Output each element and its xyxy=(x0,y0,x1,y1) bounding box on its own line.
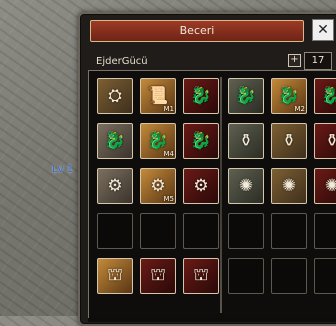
skill-icon: ✺ xyxy=(324,176,336,196)
skill-icon xyxy=(229,214,263,248)
skill-slot[interactable]: ⛫ xyxy=(183,258,219,294)
window-title: Beceri xyxy=(90,20,304,42)
empty-skill-slot[interactable] xyxy=(314,213,336,249)
skill-icon: ✺ xyxy=(238,176,254,196)
skill-slot[interactable]: 🐉 xyxy=(228,78,264,114)
skill-slot[interactable]: ⚱P xyxy=(314,123,336,159)
skill-icon: 🐉 xyxy=(190,86,212,106)
skill-icon: 🐉 xyxy=(321,86,336,106)
skill-slot[interactable]: 🐉 xyxy=(314,78,336,114)
empty-skill-slot[interactable] xyxy=(271,213,307,249)
skill-tree-name: EjderGücü xyxy=(96,56,148,67)
skill-icon xyxy=(184,214,218,248)
empty-skill-slot[interactable] xyxy=(183,213,219,249)
skill-grid-right: 🐉 🐉M2 🐉 ⚱ ⚱ ⚱P ✺ ✺ ✺P xyxy=(228,78,336,314)
skill-badge: M1 xyxy=(163,105,175,113)
skill-slot[interactable]: ⚙ xyxy=(183,168,219,204)
skill-slot[interactable]: 🐉 xyxy=(183,123,219,159)
world-player-label: Lv 1 xyxy=(52,164,74,175)
skill-icon: 🐉 xyxy=(104,131,126,151)
empty-skill-slot[interactable] xyxy=(271,258,307,294)
skill-slot[interactable]: ⛫ xyxy=(97,258,133,294)
skill-slot[interactable]: ✺P xyxy=(314,168,336,204)
skill-icon xyxy=(272,259,306,293)
skill-grid: ⛭ 📜 M1 🐉 🐉 🐉 M4 🐉 ⚙ ⚙ M5 ⚙ ⛫ ⛫ ⛫ 🐉 🐉 M2 🐉 ⚱ … xyxy=(88,70,336,320)
skill-slot[interactable]: 🐉 xyxy=(97,123,133,159)
skill-icon: 🐉 xyxy=(235,86,257,106)
skill-slot[interactable]: ⚙ xyxy=(97,168,133,204)
skill-slot[interactable]: ✺ xyxy=(228,168,264,204)
skill-icon xyxy=(229,259,263,293)
empty-skill-slot[interactable] xyxy=(228,258,264,294)
skill-icon xyxy=(315,259,336,293)
skill-icon xyxy=(315,214,336,248)
close-button[interactable]: ✕ xyxy=(312,19,334,41)
skill-badge: M4 xyxy=(163,150,175,158)
skill-slot[interactable]: ⚱ xyxy=(271,123,307,159)
skill-badge: M5 xyxy=(163,195,175,203)
skill-slot[interactable]: ⚙ M5 xyxy=(140,168,176,204)
skill-slot[interactable]: 🐉 M4 xyxy=(140,123,176,159)
skill-icon: ⛫ xyxy=(193,265,209,285)
skill-window: Beceri ✕ EjderGücü + 17 ⛭ 📜 M1 🐉 🐉 🐉 M4 🐉 … xyxy=(78,12,336,326)
empty-skill-slot[interactable] xyxy=(140,213,176,249)
skill-icon: 🐉 xyxy=(190,131,212,151)
skill-icon: ⚱ xyxy=(324,131,336,151)
skill-icon xyxy=(98,214,132,248)
empty-skill-slot[interactable] xyxy=(97,213,133,249)
add-point-button[interactable]: + xyxy=(288,54,301,67)
skill-icon: ⚙ xyxy=(193,176,209,196)
skill-icon: ⛫ xyxy=(107,265,123,285)
skill-icon: ⛫ xyxy=(150,265,166,285)
skill-icon: ⛭ xyxy=(108,86,122,106)
skill-slot[interactable]: ⚱ xyxy=(228,123,264,159)
empty-skill-slot[interactable] xyxy=(228,213,264,249)
skill-slot[interactable]: 🐉 M2 xyxy=(271,78,307,114)
skill-slot[interactable]: 📜 M1 xyxy=(140,78,176,114)
skill-icon xyxy=(141,214,175,248)
empty-skill-slot[interactable] xyxy=(314,258,336,294)
skill-icon xyxy=(272,214,306,248)
skill-icon: ✺ xyxy=(281,176,297,196)
skill-grid-left: ⛭ 📜 M1 🐉 🐉 🐉 M4 🐉 ⚙ ⚙ M5 ⚙ ⛫ ⛫ ⛫ xyxy=(97,78,219,314)
skill-slot[interactable]: ⛫ xyxy=(140,258,176,294)
grid-divider xyxy=(220,77,222,313)
panel-bottom-strip xyxy=(88,318,336,322)
skill-slot[interactable]: 🐉 xyxy=(183,78,219,114)
skill-icon: ⚱ xyxy=(281,131,297,151)
skill-badge: M2 xyxy=(294,105,306,113)
skill-points-count: 17 xyxy=(304,52,332,70)
skill-slot[interactable]: ⛭ xyxy=(97,78,133,114)
skill-slot[interactable]: ✺ xyxy=(271,168,307,204)
skill-icon: ⚱ xyxy=(238,131,254,151)
skill-icon: ⚙ xyxy=(107,176,123,196)
